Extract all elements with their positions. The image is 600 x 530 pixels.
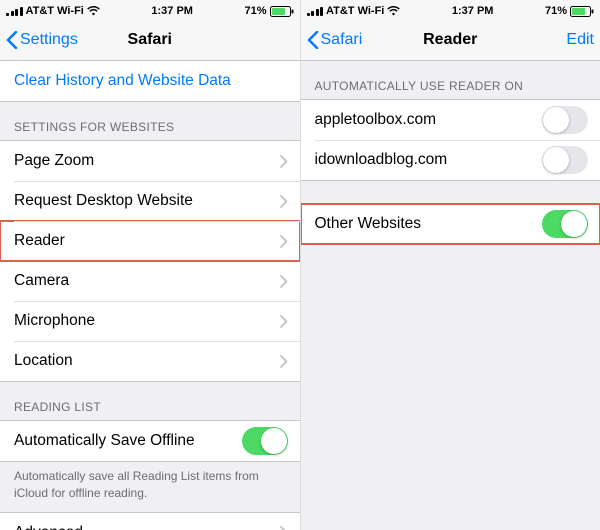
phone-safari-settings: AT&T Wi-Fi 1:37 PM 71% Settings Safari: [0, 0, 301, 530]
section-header-websites: SETTINGS FOR WEBSITES: [0, 102, 300, 140]
camera-row[interactable]: Camera: [0, 261, 300, 301]
location-row[interactable]: Location: [0, 341, 300, 381]
clear-history-row[interactable]: Clear History and Website Data: [0, 61, 300, 101]
site-toggle[interactable]: [542, 146, 588, 174]
section-header-auto-reader: AUTOMATICALLY USE READER ON: [301, 61, 600, 99]
wifi-icon: [87, 6, 100, 16]
advanced-row[interactable]: Advanced: [0, 513, 300, 530]
site-label: idownloadblog.com: [315, 151, 543, 169]
chevron-right-icon: [280, 155, 288, 168]
request-desktop-label: Request Desktop Website: [14, 192, 280, 210]
camera-label: Camera: [14, 272, 280, 290]
battery-icon: [570, 6, 594, 17]
status-bar: AT&T Wi-Fi 1:37 PM 71%: [0, 0, 300, 20]
edit-button[interactable]: Edit: [566, 31, 594, 49]
signal-icon: [307, 7, 324, 16]
wifi-icon: [387, 6, 400, 16]
carrier-label: AT&T Wi-Fi: [26, 5, 84, 17]
clear-history-label: Clear History and Website Data: [14, 72, 288, 90]
chevron-right-icon: [280, 355, 288, 368]
reader-row[interactable]: Reader: [0, 221, 300, 261]
back-button[interactable]: Settings: [6, 31, 78, 49]
status-bar: AT&T Wi-Fi 1:37 PM 71%: [301, 0, 600, 20]
section-header-reading-list: READING LIST: [0, 382, 300, 420]
back-button[interactable]: Safari: [307, 31, 363, 49]
carrier-label: AT&T Wi-Fi: [326, 5, 384, 17]
battery-pct: 71%: [244, 5, 266, 17]
status-time: 1:37 PM: [151, 5, 193, 17]
signal-icon: [6, 7, 23, 16]
auto-save-offline-row[interactable]: Automatically Save Offline: [0, 421, 300, 461]
page-zoom-label: Page Zoom: [14, 152, 280, 170]
phone-reader-settings: AT&T Wi-Fi 1:37 PM 71% Safari Reader Edi…: [301, 0, 600, 530]
back-label: Safari: [321, 31, 363, 49]
auto-save-offline-toggle[interactable]: [242, 427, 288, 455]
other-websites-row[interactable]: Other Websites: [301, 204, 600, 244]
reading-list-footer: Automatically save all Reading List item…: [0, 462, 300, 512]
nav-bar: Safari Reader Edit: [301, 20, 600, 61]
battery-icon: [270, 6, 294, 17]
site-row-appletoolbox[interactable]: appletoolbox.com: [301, 100, 600, 140]
other-websites-label: Other Websites: [315, 215, 543, 233]
back-label: Settings: [20, 31, 78, 49]
chevron-right-icon: [280, 526, 288, 530]
request-desktop-row[interactable]: Request Desktop Website: [0, 181, 300, 221]
advanced-label: Advanced: [14, 524, 280, 530]
page-zoom-row[interactable]: Page Zoom: [0, 141, 300, 181]
battery-pct: 71%: [545, 5, 567, 17]
microphone-row[interactable]: Microphone: [0, 301, 300, 341]
reader-label: Reader: [14, 232, 280, 250]
site-toggle[interactable]: [542, 106, 588, 134]
location-label: Location: [14, 352, 280, 370]
site-row-idownloadblog[interactable]: idownloadblog.com: [301, 140, 600, 180]
chevron-right-icon: [280, 275, 288, 288]
microphone-label: Microphone: [14, 312, 280, 330]
site-label: appletoolbox.com: [315, 111, 543, 129]
status-time: 1:37 PM: [452, 5, 494, 17]
other-websites-toggle[interactable]: [542, 210, 588, 238]
chevron-right-icon: [280, 315, 288, 328]
auto-save-offline-label: Automatically Save Offline: [14, 432, 242, 450]
chevron-right-icon: [280, 195, 288, 208]
chevron-left-icon: [6, 31, 18, 49]
nav-bar: Settings Safari: [0, 20, 300, 61]
chevron-left-icon: [307, 31, 319, 49]
chevron-right-icon: [280, 235, 288, 248]
